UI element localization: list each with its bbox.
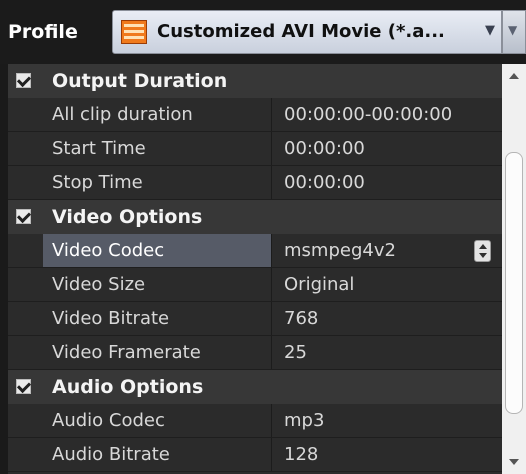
collapse-checkbox-icon[interactable] <box>16 379 31 394</box>
property-row-selected[interactable]: Video Codec msmpeg4v2 <box>8 234 502 268</box>
section-title: Output Duration <box>52 70 228 92</box>
property-value[interactable]: Original <box>284 268 354 301</box>
property-name: Video Size <box>43 268 272 301</box>
film-icon <box>121 20 147 44</box>
profile-dropdown-button[interactable]: ▼ <box>502 10 526 54</box>
property-name: Audio Codec <box>43 404 272 437</box>
property-name: Video Bitrate <box>43 302 272 335</box>
section-audio-options[interactable]: Audio Options <box>8 370 502 404</box>
property-name: Audio Bitrate <box>43 438 272 471</box>
profile-bar: Profile Customized AVI Movie (*.a... ▼ ▼ <box>0 0 526 64</box>
property-value[interactable]: msmpeg4v2 <box>284 234 396 267</box>
spinner-arrows-icon[interactable] <box>474 240 491 262</box>
property-value[interactable]: 25 <box>284 336 307 369</box>
profile-dropdown[interactable]: Customized AVI Movie (*.a... ▼ <box>112 10 502 54</box>
profile-selected-value: Customized AVI Movie (*.a... <box>157 21 445 42</box>
property-value[interactable]: 00:00:00 <box>284 132 365 165</box>
scroll-down-arrow-icon[interactable] <box>502 450 526 474</box>
property-name: Video Codec <box>43 234 272 267</box>
property-value[interactable]: 768 <box>284 302 318 335</box>
section-title: Audio Options <box>52 376 204 398</box>
profile-label: Profile <box>8 21 78 43</box>
scrollbar-thumb[interactable] <box>505 152 523 414</box>
property-row[interactable]: Video Size Original <box>8 268 502 302</box>
property-name: All clip duration <box>43 98 272 131</box>
scroll-up-arrow-icon[interactable] <box>502 64 526 88</box>
property-value[interactable]: 00:00:00 <box>284 166 365 199</box>
vertical-scrollbar[interactable] <box>502 64 526 474</box>
section-output-duration[interactable]: Output Duration <box>8 64 502 98</box>
property-value[interactable]: 128 <box>284 438 318 471</box>
property-name: Video Framerate <box>43 336 272 369</box>
collapse-checkbox-icon[interactable] <box>16 209 31 224</box>
property-row[interactable]: All clip duration 00:00:00-00:00:00 <box>8 98 502 132</box>
chevron-down-icon[interactable]: ▼ <box>485 23 495 38</box>
property-row[interactable]: Audio Bitrate 128 <box>8 438 502 472</box>
property-value[interactable]: 00:00:00-00:00:00 <box>284 98 452 131</box>
property-row[interactable]: Stop Time 00:00:00 <box>8 166 502 200</box>
property-name: Stop Time <box>43 166 272 199</box>
section-video-options[interactable]: Video Options <box>8 200 502 234</box>
collapse-checkbox-icon[interactable] <box>16 73 31 88</box>
property-row[interactable]: Video Bitrate 768 <box>8 302 502 336</box>
property-row[interactable]: Video Framerate 25 <box>8 336 502 370</box>
property-grid: Output Duration All clip duration 00:00:… <box>8 64 502 474</box>
chevron-down-icon: ▼ <box>508 23 518 37</box>
property-row[interactable]: Start Time 00:00:00 <box>8 132 502 166</box>
section-title: Video Options <box>52 206 203 228</box>
property-value[interactable]: mp3 <box>284 404 324 437</box>
property-name: Start Time <box>43 132 272 165</box>
property-row[interactable]: Audio Codec mp3 <box>8 404 502 438</box>
